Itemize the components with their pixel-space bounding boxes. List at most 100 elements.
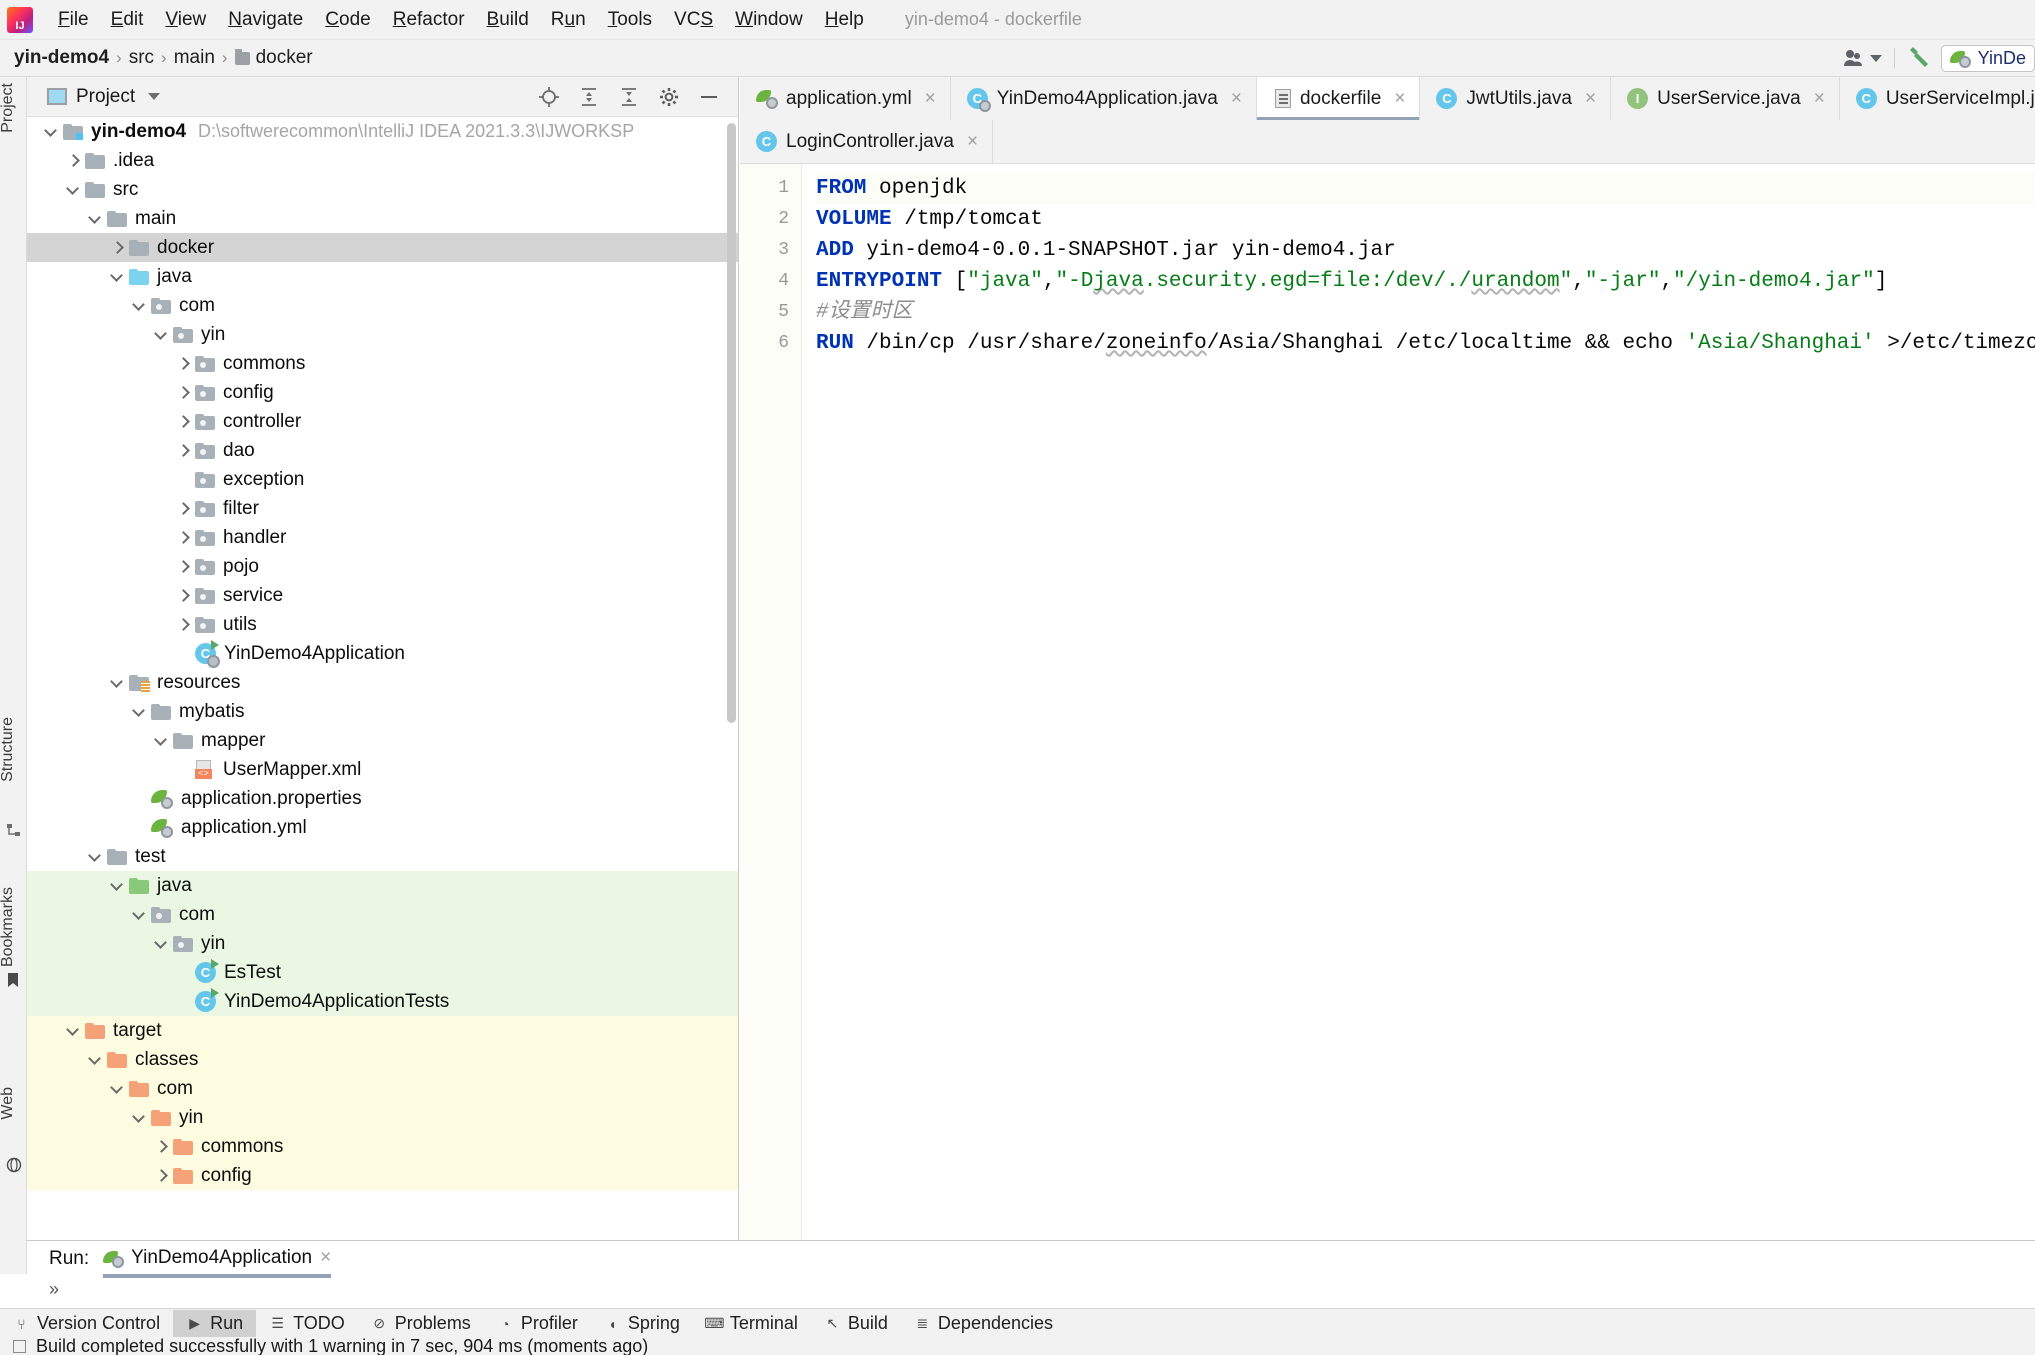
tree-node-com[interactable]: com xyxy=(27,1074,738,1103)
close-icon[interactable]: × xyxy=(1585,88,1596,110)
menu-item-tools[interactable]: Tools xyxy=(597,6,663,34)
project-tree[interactable]: yin-demo4 D:\softwerecommon\IntelliJ IDEA… xyxy=(27,117,738,1274)
chevron-right-icon[interactable] xyxy=(155,1140,168,1153)
chevron-right-icon[interactable] xyxy=(177,531,190,544)
tree-node-com[interactable]: com xyxy=(27,291,738,320)
tree-node-yin[interactable]: yin xyxy=(27,929,738,958)
chevron-right-icon[interactable] xyxy=(177,502,190,515)
menu-item-window[interactable]: Window xyxy=(724,6,814,34)
chevron-down-icon[interactable] xyxy=(133,705,146,718)
chevron-right-icon[interactable] xyxy=(177,444,190,457)
tree-node-dao[interactable]: dao xyxy=(27,436,738,465)
chevron-right-icon[interactable] xyxy=(155,1169,168,1182)
menu-item-view[interactable]: View xyxy=(154,6,217,34)
close-icon[interactable]: × xyxy=(1814,88,1825,110)
breadcrumb-item-yin-demo4[interactable]: yin-demo4 xyxy=(14,47,109,69)
chevron-down-icon[interactable] xyxy=(111,270,124,283)
menu-item-file[interactable]: File xyxy=(47,6,100,34)
strip-button-structure[interactable]: Structure xyxy=(0,717,26,782)
tree-node-mybatis[interactable]: mybatis xyxy=(27,697,738,726)
chevron-right-icon[interactable] xyxy=(177,560,190,573)
tree-node-commons[interactable]: commons xyxy=(27,1132,738,1161)
tree-node-handler[interactable]: handler xyxy=(27,523,738,552)
tree-vertical-scrollbar[interactable] xyxy=(727,123,736,723)
chevron-right-icon[interactable] xyxy=(111,241,124,254)
tool-window-button-terminal[interactable]: ⌨ Terminal xyxy=(693,1310,811,1337)
strip-button-project[interactable]: Project xyxy=(0,83,26,133)
menu-item-run[interactable]: Run xyxy=(540,6,597,34)
tree-node-yindemo4applicationtests[interactable]: YinDemo4ApplicationTests xyxy=(27,987,738,1016)
chevron-down-icon[interactable] xyxy=(155,328,168,341)
chevron-right-icon[interactable] xyxy=(177,415,190,428)
chevron-down-icon[interactable] xyxy=(133,908,146,921)
chevron-right-icon[interactable] xyxy=(177,386,190,399)
tree-node-estest[interactable]: EsTest xyxy=(27,958,738,987)
editor-tab-userservice.java[interactable]: UserService.java × xyxy=(1611,77,1840,120)
breadcrumb-item-src[interactable]: src xyxy=(129,47,154,69)
strip-button-web[interactable]: Web xyxy=(0,1087,26,1120)
tree-node-yin[interactable]: yin xyxy=(27,320,738,349)
strip-button-bookmarks[interactable]: Bookmarks xyxy=(0,887,26,967)
breadcrumb-item-docker[interactable]: docker xyxy=(234,47,313,69)
hammer-build-icon[interactable] xyxy=(1907,42,1933,74)
tree-node-application.properties[interactable]: application.properties xyxy=(27,784,738,813)
tree-node-resources[interactable]: resources xyxy=(27,668,738,697)
tree-node-yin-demo4[interactable]: yin-demo4 D:\softwerecommon\IntelliJ IDEA… xyxy=(27,117,738,146)
chevron-down-icon[interactable] xyxy=(148,93,161,100)
tool-window-button-run[interactable]: ▶ Run xyxy=(173,1310,257,1337)
menu-item-build[interactable]: Build xyxy=(476,6,540,34)
chevron-right-icon[interactable] xyxy=(177,357,190,370)
tree-node-exception[interactable]: exception xyxy=(27,465,738,494)
close-icon[interactable]: × xyxy=(1231,88,1242,110)
tool-window-button-todo[interactable]: ☰ TODO xyxy=(256,1310,358,1337)
chevron-down-icon[interactable] xyxy=(111,676,124,689)
hide-minus-icon[interactable] xyxy=(698,86,720,108)
chevron-down-icon[interactable] xyxy=(67,183,80,196)
tree-node-filter[interactable]: filter xyxy=(27,494,738,523)
menu-item-edit[interactable]: Edit xyxy=(100,6,155,34)
chevron-right-icon[interactable] xyxy=(177,618,190,631)
chevron-down-icon[interactable] xyxy=(45,125,58,138)
tree-node-docker[interactable]: docker xyxy=(27,233,738,262)
tool-window-button-spring[interactable]: ◖ Spring xyxy=(591,1310,693,1337)
tree-node-mapper[interactable]: mapper xyxy=(27,726,738,755)
tree-node-java[interactable]: java xyxy=(27,871,738,900)
close-icon[interactable]: × xyxy=(967,131,978,153)
expand-all-icon[interactable] xyxy=(578,86,600,108)
menu-item-navigate[interactable]: Navigate xyxy=(217,6,314,34)
menu-item-code[interactable]: Code xyxy=(314,6,381,34)
editor-tab-application.yml[interactable]: application.yml × xyxy=(740,77,951,120)
run-configuration-selector[interactable]: YinDe xyxy=(1940,44,2035,72)
code-editor[interactable]: 123456 FROM openjdk VOLUME /tmp/tomcat ADD… xyxy=(740,163,2035,1240)
editor-tab-userserviceimpl.java[interactable]: UserServiceImpl.java× xyxy=(1839,77,2035,120)
chevron-down-icon[interactable] xyxy=(89,1053,102,1066)
tree-node-test[interactable]: test xyxy=(27,842,738,871)
collapse-all-icon[interactable] xyxy=(618,86,640,108)
tree-node-yindemo4application[interactable]: YinDemo4Application xyxy=(27,639,738,668)
chevron-down-icon[interactable] xyxy=(133,1111,146,1124)
editor-tab-logincontroller.java[interactable]: LoginController.java × xyxy=(740,120,994,163)
code-content[interactable]: FROM openjdk VOLUME /tmp/tomcat ADD yin-de… xyxy=(802,164,2035,1240)
editor-tab-dockerfile[interactable]: dockerfile × xyxy=(1256,77,1421,120)
user-account-icon[interactable] xyxy=(1843,48,1882,68)
chevron-down-icon[interactable] xyxy=(67,1024,80,1037)
menu-item-vcs[interactable]: VCS xyxy=(663,6,724,34)
chevron-down-icon[interactable] xyxy=(111,1082,124,1095)
tree-node-config[interactable]: config xyxy=(27,1161,738,1190)
chevron-down-icon[interactable] xyxy=(111,879,124,892)
tool-window-button-problems[interactable]: ⊘ Problems xyxy=(358,1310,484,1337)
tree-node-yin[interactable]: yin xyxy=(27,1103,738,1132)
collapse-icon[interactable]: » xyxy=(49,1279,2035,1300)
editor-tab-yindemo4application.java[interactable]: YinDemo4Application.java × xyxy=(950,77,1257,120)
tree-node-pojo[interactable]: pojo xyxy=(27,552,738,581)
editor-tab-jwtutils.java[interactable]: JwtUtils.java × xyxy=(1420,77,1612,120)
tree-node-main[interactable]: main xyxy=(27,204,738,233)
chevron-down-icon[interactable] xyxy=(89,850,102,863)
tree-node-service[interactable]: service xyxy=(27,581,738,610)
tree-node-.idea[interactable]: .idea xyxy=(27,146,738,175)
close-icon[interactable]: × xyxy=(1394,88,1405,110)
tree-node-target[interactable]: target xyxy=(27,1016,738,1045)
chevron-right-icon[interactable] xyxy=(177,589,190,602)
tree-node-application.yml[interactable]: application.yml xyxy=(27,813,738,842)
tool-window-button-profiler[interactable]: ◔ Profiler xyxy=(484,1310,591,1337)
